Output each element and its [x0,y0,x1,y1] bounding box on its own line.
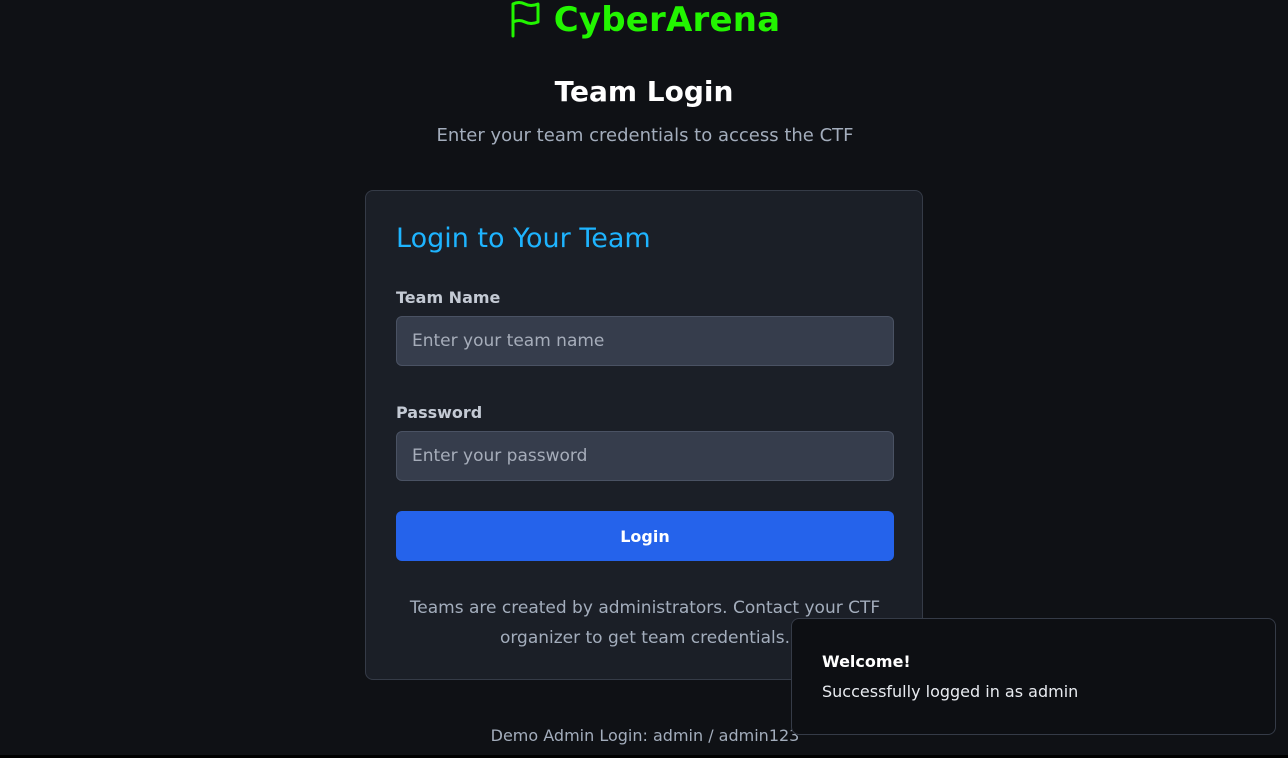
team-name-label: Team Name [396,288,501,307]
welcome-toast[interactable]: Welcome! Successfully logged in as admin [791,618,1276,735]
toast-title: Welcome! [822,652,911,671]
login-button[interactable]: Login [396,511,894,561]
flag-icon [511,1,540,38]
brand-name[interactable]: CyberArena [554,0,781,40]
password-input[interactable] [396,431,894,481]
login-card-title: Login to Your Team [396,223,651,254]
page-title: Team Login [554,75,734,108]
login-card: Login to Your Team Team Name Password Lo… [365,190,923,680]
team-name-input[interactable] [396,316,894,366]
toast-message: Successfully logged in as admin [822,682,1079,701]
password-label: Password [396,403,483,422]
brand-header: CyberArena [0,0,1288,40]
page-subtitle: Enter your team credentials to access th… [436,125,854,146]
